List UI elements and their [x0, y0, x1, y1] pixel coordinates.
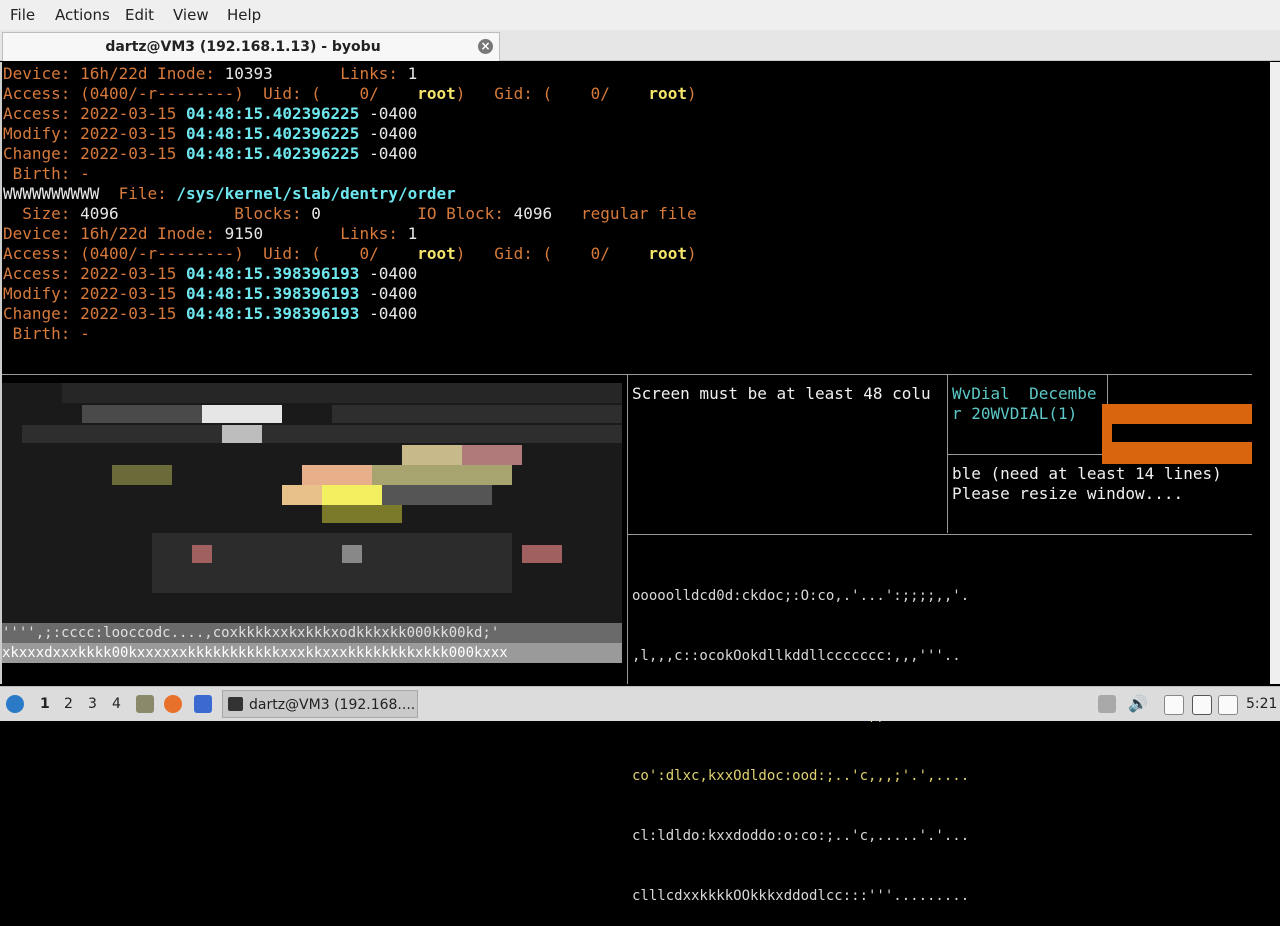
stat-line-size: Size: 4096 Blocks: 0 IO Block: 4096 regu…	[22, 204, 697, 223]
wvdial-header-line2: r 20WVDIAL(1)	[952, 404, 1078, 423]
stat-line-access-time: Access: 2022-03-15 04:48:15.402396225 -0…	[3, 104, 418, 123]
ascii-art-image: '''',;:cccc:looccodc....,coxkkkkxxkxkkkx…	[2, 383, 622, 663]
menu-help[interactable]: Help	[227, 6, 261, 24]
stat-line-modify-time: Modify: 2022-03-15 04:48:15.402396225 -0…	[3, 124, 418, 143]
stat-line-file: WWWWWWWWWW File: /sys/kernel/slab/dentry…	[3, 184, 456, 203]
taskbar: 1 2 3 4 dartz@VM3 (192.168.... 🔊 5:21	[0, 686, 1280, 721]
orange-block-gap	[1112, 424, 1252, 442]
ascii-text-block: ooooolldcd0d:ckdoc;:O:co,.'...':;;;;,,'.…	[632, 546, 969, 926]
file-manager-icon[interactable]	[136, 695, 154, 713]
pane-divider-lower	[628, 534, 1252, 535]
screen-size-warning: Screen must be at least 48 colu	[632, 384, 931, 403]
stat-line-birth-2: Birth: -	[3, 324, 90, 343]
menu-actions[interactable]: Actions	[55, 6, 110, 24]
stat-line-access-mode: Access: (0400/-r--------) Uid: ( 0/ root…	[3, 84, 697, 103]
ascii-line: ooooolldcd0d:ckdoc;:O:co,.'...':;;;;,,'.	[632, 588, 970, 604]
stat-line-access-mode-2: Access: (0400/-r--------) Uid: ( 0/ root…	[3, 244, 697, 263]
stat-line-device-2: Device: 16h/22d Inode: 9150 Links: 1	[3, 224, 418, 243]
tab-title: dartz@VM3 (192.168.1.13) - byobu	[105, 39, 381, 55]
stat-line-modify-time-2: Modify: 2022-03-15 04:48:15.398396193 -0…	[3, 284, 418, 303]
ascii-line: ,l,,,c::ocokOokdllkddllccccccc:,,,'''..	[632, 648, 961, 664]
close-tab-icon[interactable]: ×	[478, 39, 493, 54]
network-icon[interactable]	[1192, 695, 1212, 715]
taskbar-window-label: dartz@VM3 (192.168....	[249, 697, 416, 713]
start-menu-icon[interactable]	[6, 695, 24, 713]
show-desktop-icon[interactable]	[194, 695, 212, 713]
taskbar-window-button[interactable]: dartz@VM3 (192.168....	[222, 690, 418, 718]
workspace-1[interactable]: 1	[40, 696, 50, 712]
menu-edit[interactable]: Edit	[125, 6, 154, 24]
workspace-4[interactable]: 4	[112, 696, 121, 712]
stat-line-access-time-2: Access: 2022-03-15 04:48:15.398396193 -0…	[3, 264, 418, 283]
ascii-line: clllcdxxkkkkOOkkkxddodlcc:::'''.........	[632, 888, 970, 904]
menu-bar: File Actions Edit View Help	[0, 0, 1280, 31]
tab-bar: dartz@VM3 (192.168.1.13) - byobu ×	[0, 30, 1280, 61]
volume-icon[interactable]: 🔊	[1128, 695, 1148, 713]
wvdial-header-line1: WvDial Decembe	[952, 384, 1097, 403]
ascii-line: cl:ldldo:kxxdoddo:o:co:;..'c,.....'.'...	[632, 828, 970, 844]
terminal-tab[interactable]: dartz@VM3 (192.168.1.13) - byobu ×	[2, 32, 500, 61]
terminal-icon	[228, 697, 243, 711]
firefox-icon[interactable]	[164, 695, 182, 713]
pane-divider-vertical	[627, 375, 628, 684]
menu-file[interactable]: File	[10, 6, 35, 24]
menu-view[interactable]: View	[173, 6, 209, 24]
clipboard-icon[interactable]	[1164, 695, 1184, 715]
ascii-line: co':dlxc,kxxOdldoc:ood:;..'c,,,;'.',....	[632, 768, 970, 784]
update-icon[interactable]	[1098, 695, 1116, 713]
resize-message-line2: Please resize window....	[952, 484, 1184, 503]
scrollbar[interactable]	[1270, 62, 1280, 684]
ascii-art-row-1: '''',;:cccc:looccodc....,coxkkkkxxkxkkkx…	[2, 625, 500, 641]
ascii-art-row-2: xkxxxdxxxkkkk00kxxxxxxkkkkkkkkkkkxxxkkxx…	[2, 645, 508, 661]
notes-icon[interactable]	[1218, 695, 1238, 715]
stat-line-birth: Birth: -	[3, 164, 90, 183]
stat-line-change-time: Change: 2022-03-15 04:48:15.402396225 -0…	[3, 144, 418, 163]
clock[interactable]: 5:21	[1246, 696, 1277, 712]
stat-line-device: Device: 16h/22d Inode: 10393 Links: 1	[3, 64, 418, 83]
stat-line-change-time-2: Change: 2022-03-15 04:48:15.398396193 -0…	[3, 304, 418, 323]
workspace-2[interactable]: 2	[64, 696, 73, 712]
workspace-3[interactable]: 3	[88, 696, 97, 712]
resize-message-line1: ble (need at least 14 lines)	[952, 464, 1222, 483]
